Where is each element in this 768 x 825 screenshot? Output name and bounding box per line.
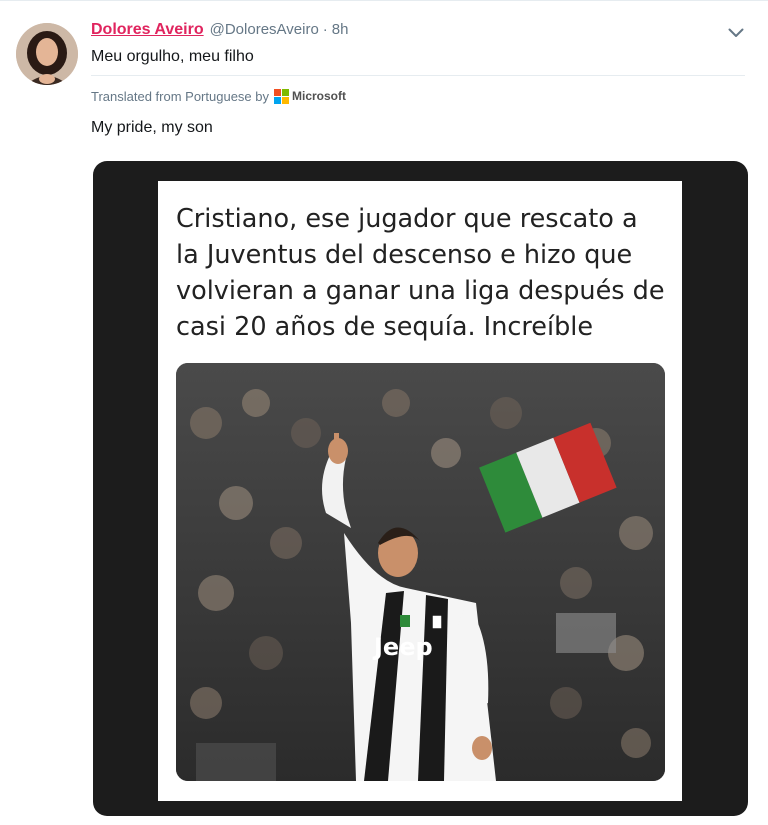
translated-label: Translated from Portuguese by <box>91 88 269 104</box>
translator-name: Microsoft <box>292 89 346 103</box>
tweet-media[interactable]: Cristiano, ese jugador que rescato a la … <box>93 161 748 816</box>
player-photo-illustration: Jeep <box>176 363 665 781</box>
tweet-card[interactable]: Dolores Aveiro @DoloresAveiro · 8h Meu o… <box>0 0 768 825</box>
user-handle[interactable]: @DoloresAveiro <box>210 21 319 38</box>
meme-image: Cristiano, ese jugador que rescato a la … <box>158 181 682 801</box>
player-photo: Jeep <box>176 363 665 781</box>
translated-text: My pride, my son <box>91 119 213 136</box>
meme-caption: Cristiano, ese jugador que rescato a la … <box>176 204 665 342</box>
translation-attribution: Translated from Portuguese by Microsoft <box>91 88 346 104</box>
avatar-image <box>16 23 78 85</box>
divider <box>91 75 745 76</box>
microsoft-logo-icon <box>274 88 289 104</box>
jersey-sponsor: Jeep <box>372 633 433 661</box>
display-name[interactable]: Dolores Aveiro <box>91 21 204 39</box>
timestamp[interactable]: 8h <box>332 21 349 38</box>
separator-dot: · <box>322 21 328 38</box>
tweet-header: Dolores Aveiro @DoloresAveiro · 8h <box>91 21 348 43</box>
avatar[interactable] <box>16 23 78 85</box>
tweet-text: Meu orgulho, meu filho <box>91 48 254 65</box>
more-options-button[interactable] <box>724 23 748 43</box>
chevron-down-icon <box>728 28 744 37</box>
